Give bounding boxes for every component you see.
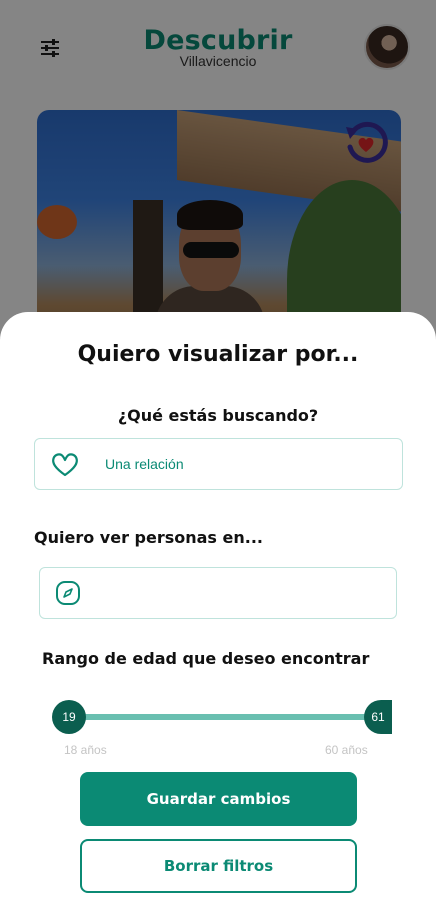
- looking-for-select[interactable]: Una relación: [34, 438, 403, 490]
- age-max-caption: 60 años: [325, 743, 368, 757]
- looking-for-label: ¿Qué estás buscando?: [117, 406, 319, 425]
- compass-icon-wrap: [48, 573, 88, 613]
- save-button[interactable]: Guardar cambios: [80, 772, 357, 826]
- age-range-slider[interactable]: 19 61: [52, 700, 392, 734]
- age-min-handle[interactable]: 19: [52, 700, 86, 734]
- age-range-label: Rango de edad que deseo encontrar: [42, 649, 370, 668]
- clear-filters-button[interactable]: Borrar filtros: [80, 839, 357, 893]
- location-input[interactable]: [39, 567, 397, 619]
- age-min-caption: 18 años: [64, 743, 107, 757]
- location-label: Quiero ver personas en...: [34, 528, 263, 547]
- filter-sheet: Quiero visualizar por... ¿Qué estás busc…: [0, 312, 436, 900]
- slider-track[interactable]: [68, 714, 376, 720]
- looking-for-value: Una relación: [105, 456, 184, 472]
- heart-icon: [52, 453, 78, 477]
- age-max-handle[interactable]: 61: [364, 700, 392, 734]
- compass-icon: [56, 581, 80, 605]
- heart-icon-wrap: [45, 444, 85, 484]
- sheet-title: Quiero visualizar por...: [77, 342, 359, 367]
